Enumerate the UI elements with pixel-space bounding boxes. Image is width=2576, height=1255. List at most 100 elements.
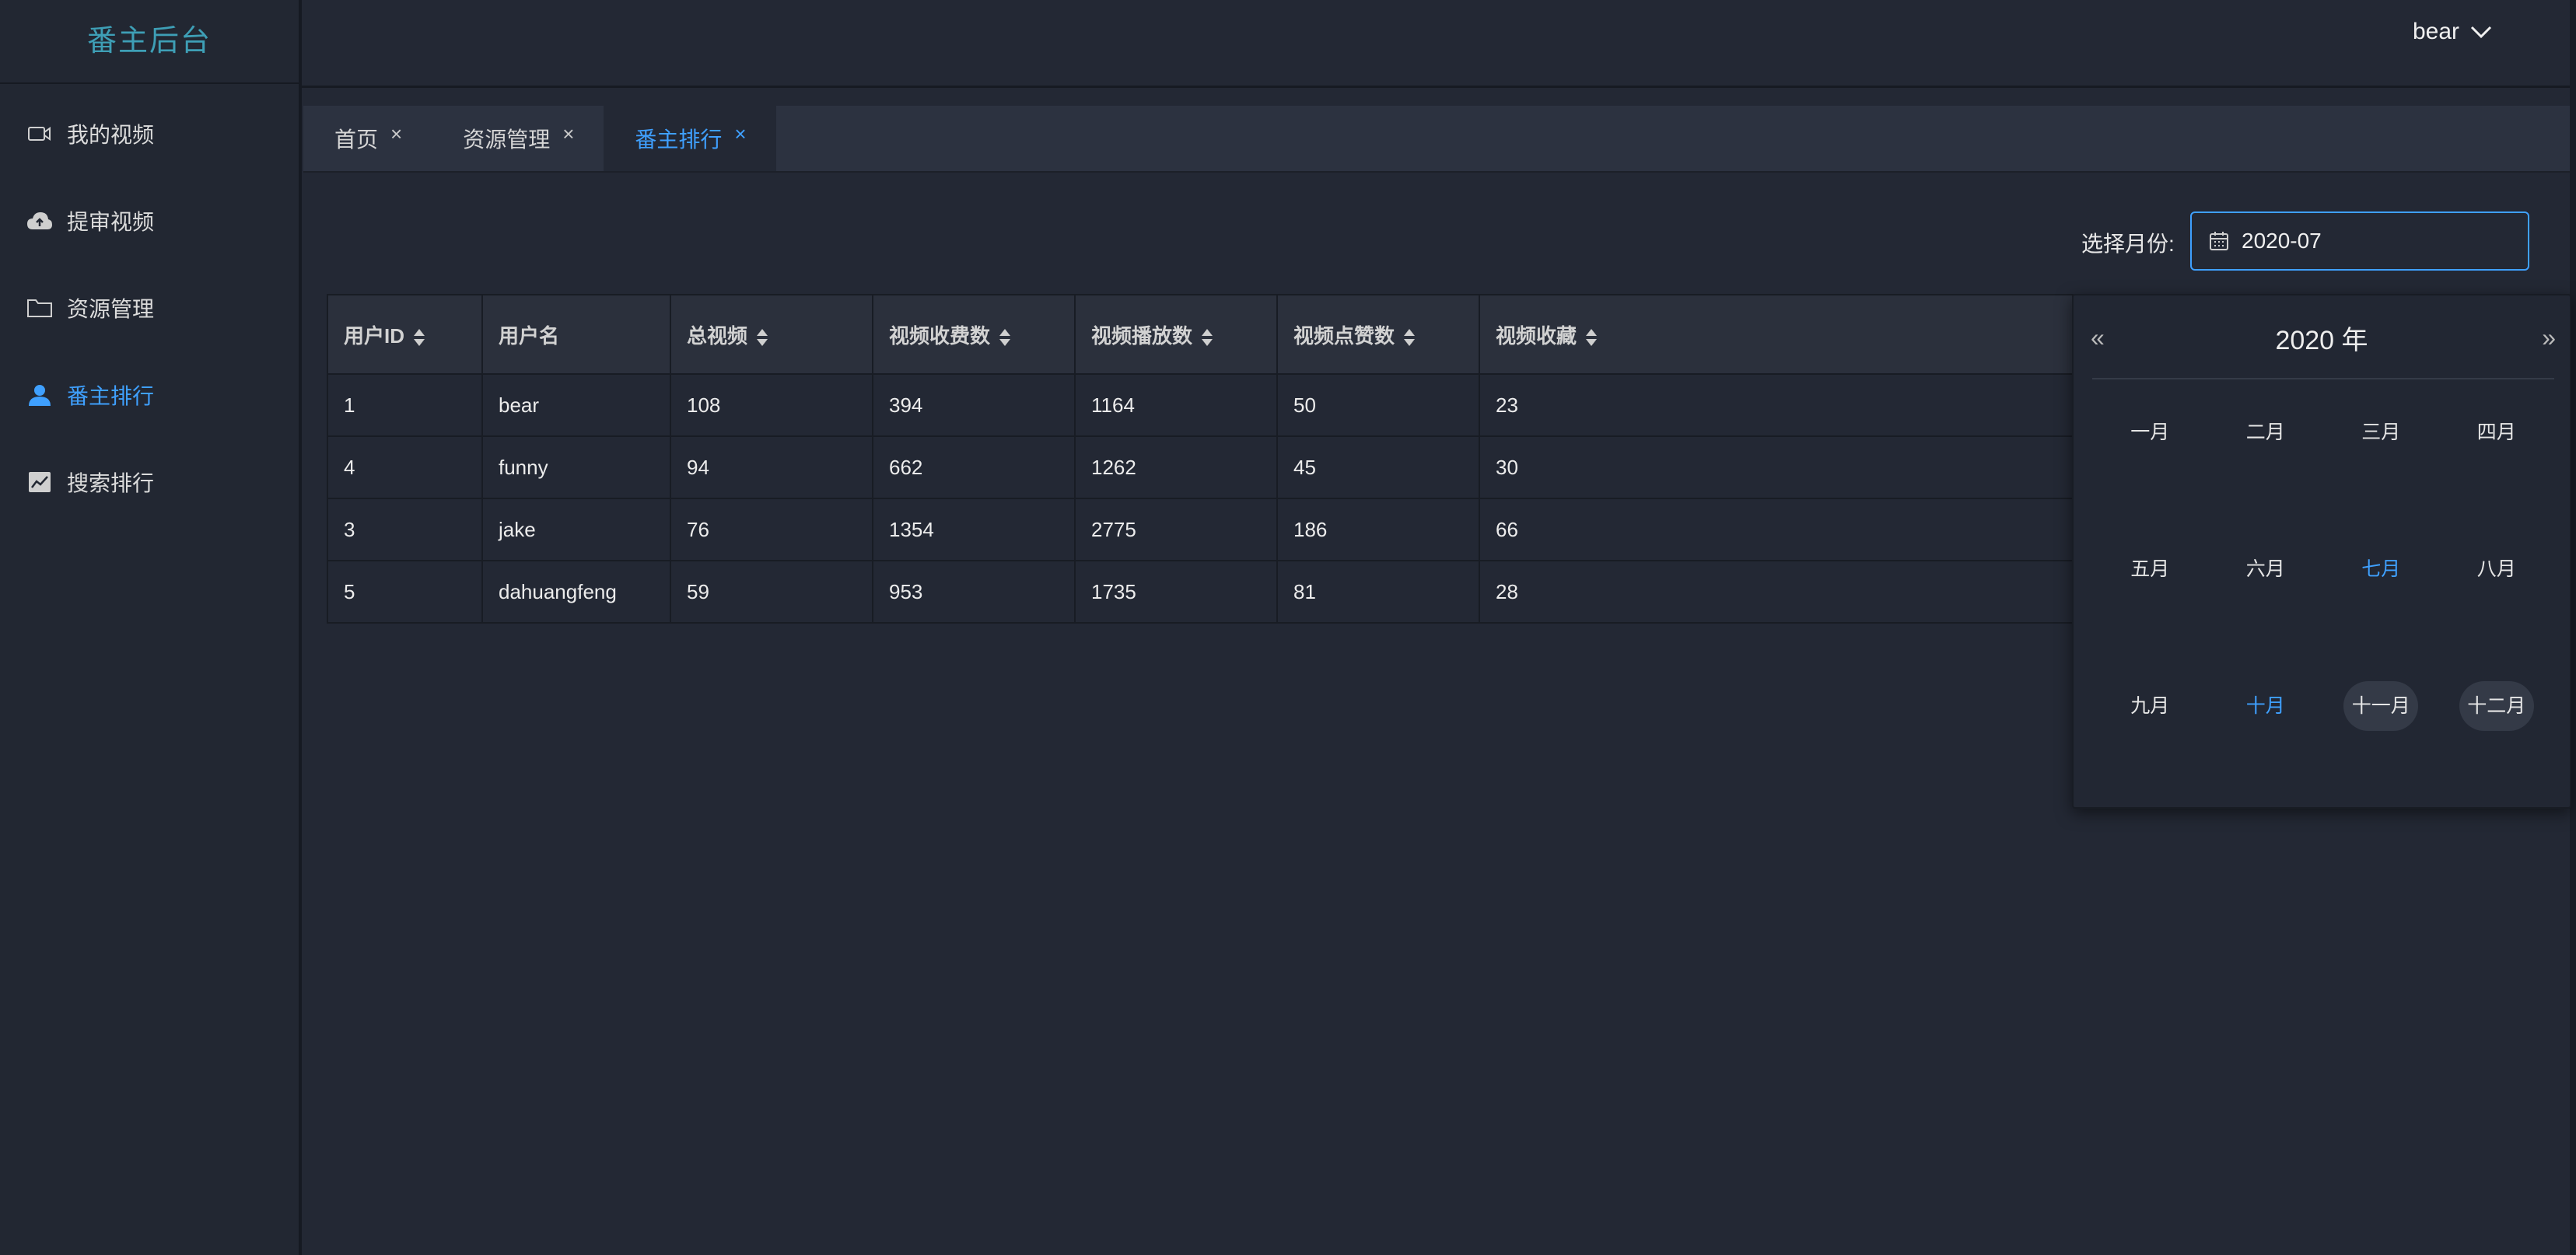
month-cell[interactable]: 七月 [2343, 544, 2418, 594]
table-cell: jake [481, 498, 671, 561]
table-cell: 1164 [1074, 373, 1278, 437]
close-icon[interactable]: × [390, 122, 402, 146]
table-row: 4 funny 94 662 1262 45 30 [327, 435, 2074, 499]
folder-icon [26, 295, 53, 321]
sidebar-item-label: 番主排行 [67, 384, 155, 408]
calendar-icon [2210, 232, 2228, 250]
picker-header: « 2020 年 » [2074, 295, 2570, 378]
table-cell: 1262 [1074, 435, 1278, 499]
divider [2092, 378, 2554, 379]
table-cell: 59 [670, 560, 873, 624]
app-logo: 番主后台 [0, 0, 299, 84]
column-header-label: 用户名 [499, 323, 560, 348]
sidebar-item-uploader-ranking[interactable]: 番主排行 [26, 373, 154, 417]
month-cell[interactable]: 十一月 [2343, 681, 2419, 731]
column-header[interactable]: 用户ID [327, 294, 483, 375]
table-cell: 662 [872, 435, 1076, 499]
sidebar-item-label: 我的视频 [67, 123, 155, 147]
table-cell: 4 [327, 435, 483, 499]
table-cell: dahuangfeng [481, 560, 671, 624]
tab-bar: 首页 × 资源管理 × 番主排行 × [303, 106, 2570, 173]
user-icon [26, 382, 53, 408]
sort-icon[interactable] [412, 327, 426, 348]
tab-home[interactable]: 首页 × [303, 106, 432, 171]
sidebar-item-review-videos[interactable]: 提审视频 [26, 199, 154, 243]
month-cell[interactable]: 九月 [2112, 681, 2187, 731]
tab-uploader-ranking[interactable]: 番主排行 × [604, 106, 776, 171]
month-cell[interactable]: 五月 [2112, 544, 2187, 594]
table-cell: 1 [327, 373, 483, 437]
table-cell: funny [481, 435, 671, 499]
next-year-icon[interactable]: » [2542, 323, 2556, 352]
sort-icon[interactable] [1200, 327, 1214, 348]
sort-icon[interactable] [1402, 327, 1416, 348]
video-camera-icon [26, 121, 53, 147]
sort-icon[interactable] [755, 327, 769, 348]
ranking-table: 用户ID 用户名 总视频 视频收费数 视频播放数 视频点赞数 视频收藏 1 bear 108 39… [327, 294, 2074, 624]
table-cell: 394 [872, 373, 1076, 437]
table-cell: 66 [1479, 498, 2074, 561]
table-header-row: 用户ID 用户名 总视频 视频收费数 视频播放数 视频点赞数 视频收藏 [327, 294, 2074, 375]
table-body: 1 bear 108 394 1164 50 23 4 funny 94 662 1262 45 30 3 j… [327, 373, 2074, 624]
table-cell: 30 [1479, 435, 2074, 499]
sidebar-item-my-videos[interactable]: 我的视频 [26, 112, 154, 156]
picker-year: 2020 年 [2275, 326, 2368, 355]
column-header[interactable]: 视频播放数 [1074, 294, 1278, 375]
table-row: 1 bear 108 394 1164 50 23 [327, 373, 2074, 437]
column-header[interactable]: 视频收藏 [1479, 294, 2074, 375]
month-cell[interactable]: 十二月 [2459, 681, 2534, 731]
sort-icon[interactable] [998, 327, 1012, 348]
column-header: 用户名 [481, 294, 671, 375]
month-cell[interactable]: 六月 [2228, 544, 2303, 594]
table-cell: 76 [670, 498, 873, 561]
table-cell: 1735 [1074, 560, 1278, 624]
table-cell: 5 [327, 560, 483, 624]
sidebar-item-label: 资源管理 [67, 297, 155, 321]
table-cell: 1354 [872, 498, 1076, 561]
tab-label: 首页 [334, 128, 379, 152]
close-icon[interactable]: × [562, 122, 574, 146]
sidebar-item-search-ranking[interactable]: 搜索排行 [26, 460, 154, 504]
chevron-down-icon [2470, 26, 2492, 39]
top-header: bear [302, 0, 2570, 88]
column-header-label: 视频收藏 [1496, 323, 1577, 348]
table-cell: 81 [1276, 560, 1480, 624]
user-menu[interactable]: bear [2413, 19, 2492, 45]
column-header[interactable]: 视频收费数 [872, 294, 1076, 375]
month-cell[interactable]: 三月 [2343, 407, 2418, 457]
sidebar: 番主后台 我的视频 提审视频 资源管理 番主排行 搜索排行 [0, 0, 302, 1255]
table-cell: 23 [1479, 373, 2074, 437]
month-cell[interactable]: 一月 [2112, 407, 2187, 457]
table-cell: 28 [1479, 560, 2074, 624]
month-picker-input[interactable] [2190, 211, 2529, 271]
column-header[interactable]: 总视频 [670, 294, 873, 375]
column-header-label: 用户ID [344, 323, 405, 348]
month-cell[interactable]: 四月 [2459, 407, 2534, 457]
table-cell: 108 [670, 373, 873, 437]
month-cell[interactable]: 八月 [2459, 544, 2534, 594]
column-header-label: 视频播放数 [1091, 323, 1193, 348]
tab-label: 资源管理 [463, 128, 551, 152]
line-chart-icon [26, 469, 53, 495]
table-cell: 3 [327, 498, 483, 561]
column-header[interactable]: 视频点赞数 [1276, 294, 1480, 375]
close-icon[interactable]: × [734, 122, 746, 146]
month-cell[interactable]: 二月 [2228, 407, 2303, 457]
month-grid: 一月 二月 三月 四月五月 六月 七月 八月九月 十月 十一月 十二月 [2092, 404, 2554, 815]
cloud-upload-icon [26, 208, 53, 234]
sidebar-item-resources[interactable]: 资源管理 [26, 286, 154, 330]
table-row: 5 dahuangfeng 59 953 1735 81 28 [327, 560, 2074, 624]
column-header-label: 视频点赞数 [1293, 323, 1395, 348]
tab-resources[interactable]: 资源管理 × [432, 106, 604, 171]
month-picker-panel: « 2020 年 » 一月 二月 三月 四月五月 六月 七月 八月九月 十月 十一月 十二月 [2072, 294, 2571, 809]
table-cell: 953 [872, 560, 1076, 624]
sidebar-item-label: 提审视频 [67, 210, 155, 234]
month-value-field[interactable] [2240, 228, 2523, 254]
table-row: 3 jake 76 1354 2775 186 66 [327, 498, 2074, 561]
month-cell[interactable]: 十月 [2228, 681, 2303, 731]
table-cell: 45 [1276, 435, 1480, 499]
sort-icon[interactable] [1584, 327, 1598, 348]
table-cell: 2775 [1074, 498, 1278, 561]
column-header-label: 视频收费数 [889, 323, 991, 348]
sidebar-item-label: 搜索排行 [67, 471, 155, 495]
